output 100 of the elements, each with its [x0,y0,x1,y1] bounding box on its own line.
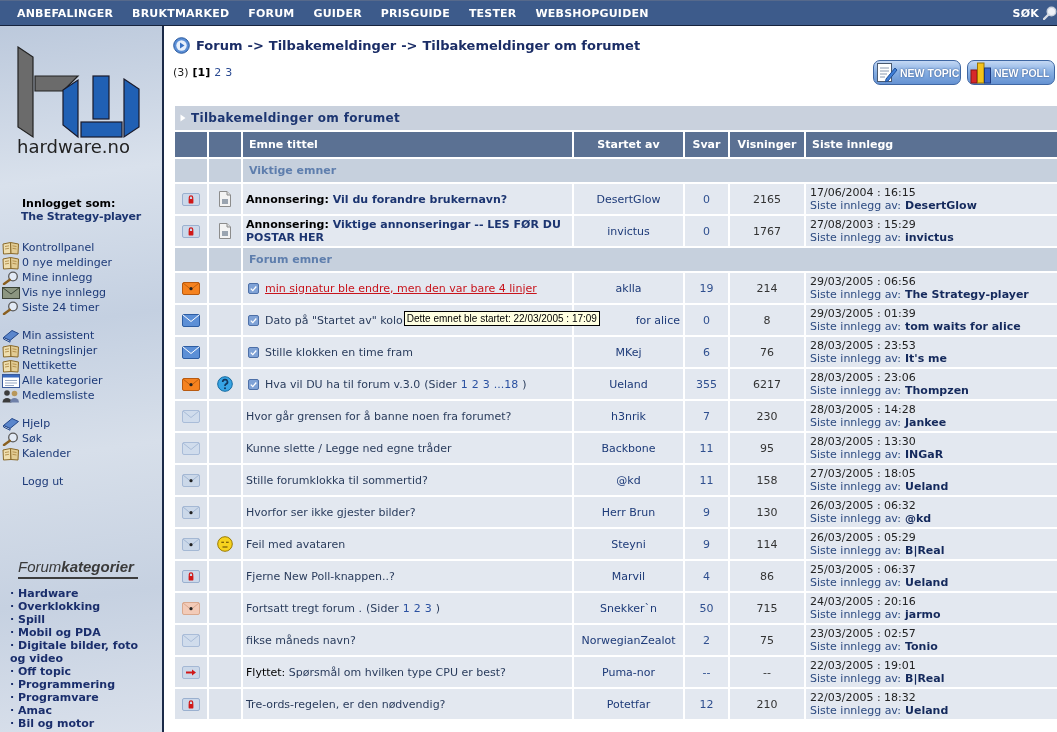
page-link[interactable]: 3 [225,66,233,79]
category-link[interactable]: · Programvare [10,691,99,704]
starter-cell: Herr Brun [573,496,684,528]
post-date: 22/03/2005 : 18:32 [810,691,917,704]
author-link[interactable]: invictus [905,231,954,244]
topic-link[interactable]: Annonsering: Viktige annonseringar -- LES FØR DU POSTAR HER [246,218,568,244]
page-link[interactable]: 2 [471,377,479,391]
author-link[interactable]: DesertGlow [905,199,977,212]
author-link[interactable]: jarmo [905,608,941,621]
page-link[interactable]: 2 [214,66,222,79]
category-link[interactable]: · Digitale bilder, foto og video [10,639,148,665]
views-cell: 210 [729,688,805,720]
people-icon [2,388,20,403]
starter-cell: DesertGlow [573,183,684,215]
views-cell: 86 [729,560,805,592]
category-link[interactable]: · Mobil og PDA [10,626,101,639]
page-link[interactable]: 3 [482,377,490,391]
views-cell: 75 [729,624,805,656]
topic-link[interactable]: Flyttet: Spørsmål om hvilken type CPU er best? [246,665,506,679]
book-icon [2,446,20,461]
topic-link[interactable]: Stille klokken en time fram [265,345,413,359]
author-link[interactable]: Tonio [905,640,938,653]
author-link[interactable]: Jankee [905,416,947,429]
category-link[interactable]: · Off topic [10,665,72,678]
tick-square-icon[interactable] [248,314,259,326]
nav-link[interactable]: FORUM [248,6,295,20]
nav-link[interactable]: BRUKTMARKED [132,6,230,20]
topic-link[interactable]: Hva vil DU ha til forum v.3.0 [265,377,421,391]
sidebar-link[interactable]: 0 nye meldinger [0,255,113,270]
page-link[interactable]: 1 [402,601,410,615]
topic-link[interactable]: Fjerne New Poll-knappen..? [246,569,395,583]
topic-link[interactable]: Feil med avataren [246,537,346,551]
post-date: 26/03/2005 : 05:29 [810,531,917,544]
author-link[interactable]: tom waits for alice [905,320,1021,333]
search-icon[interactable] [1043,6,1057,20]
search-link[interactable]: SØK [1012,6,1039,20]
sidebar-link[interactable]: Alle kategorier [0,373,103,388]
author-link[interactable]: INGaR [905,448,944,461]
category-link[interactable]: · Amac [10,704,52,717]
nav-link[interactable]: PRISGUIDE [380,6,450,20]
section-heading: Viktige emner [242,158,1057,183]
page-link[interactable]: [1] [192,66,211,79]
sidebar-link[interactable]: Min assistent [0,328,95,343]
sidebar-link[interactable]: Siste 24 timer [0,300,100,315]
starter-cell: Marvil [573,560,684,592]
category-link[interactable]: · Bil og motor [10,717,95,730]
author-link[interactable]: Ueland [905,480,949,493]
last-post-label: Siste innlegg av: [810,448,901,461]
topic-link[interactable]: Hvor går grensen for å banne noen fra forumet? [246,409,512,423]
tick-square-icon[interactable] [248,378,259,390]
author-link[interactable]: B|Real [905,672,945,685]
page-link[interactable]: ...18 [493,377,519,391]
pages-label: ) [522,377,527,391]
topic-link[interactable]: Dato på "Startet av" kolo [265,313,403,327]
topic-link[interactable]: Kunne slette / Legge ned egne tråder [246,441,452,455]
starter-cell: NorwegianZealot [573,624,684,656]
username-link[interactable]: The Strategy-player [21,210,141,223]
tick-square-icon[interactable] [248,282,259,294]
envelope-icon [182,313,200,327]
nav-link[interactable]: GUIDER [313,6,362,20]
author-link[interactable]: The Strategy-player [905,288,1029,301]
tick-square-icon[interactable] [248,346,259,358]
author-link[interactable]: Ueland [905,576,949,589]
page-link[interactable]: 3 [424,601,432,615]
sidebar-link[interactable]: Mine innlegg [0,270,93,285]
category-link[interactable]: · Hardware [10,587,79,600]
category-link[interactable]: · Overklokking [10,600,101,613]
breadcrumb-link[interactable]: Forum [196,37,243,53]
author-link[interactable]: @kd [905,512,932,525]
sidebar-link[interactable]: Medlemsliste [0,388,95,403]
breadcrumb-link[interactable]: Tilbakemeldinger [268,37,397,53]
sidebar-link[interactable]: Kalender [0,446,71,461]
page-link[interactable]: 2 [413,601,421,615]
breadcrumb-link[interactable]: Tilbakemeldinger om forumet [422,37,641,53]
topic-link[interactable]: min signatur ble endre, men den var bare 4 linjer [265,281,537,295]
sidebar-link[interactable]: Hjelp [0,416,51,431]
author-link[interactable]: It's me [905,352,948,365]
topic-link[interactable]: Fortsatt tregt forum . [246,601,363,615]
sidebar-link[interactable]: Retningslinjer [0,343,98,358]
category-link[interactable]: · Programmering [10,678,116,691]
author-link[interactable]: B|Real [905,544,945,557]
topic-link[interactable]: Hvorfor ser ikke gjester bilder? [246,505,416,519]
page-link[interactable]: 1 [460,377,468,391]
topic-link[interactable]: Annonsering: Vil du forandre brukernavn? [246,192,508,206]
author-link[interactable]: Thompzen [905,384,969,397]
topic-link[interactable]: fikse måneds navn? [246,633,356,647]
nav-link[interactable]: WEBSHOPGUIDEN [535,6,649,20]
nav-link[interactable]: TESTER [468,6,517,20]
sidebar-link[interactable]: Kontrollpanel [0,240,95,255]
sidebar-link[interactable]: Søk [0,431,43,446]
logout-link[interactable]: Logg ut [22,474,64,489]
sidebar-link[interactable]: Vis nye innlegg [0,285,107,300]
topic-link[interactable]: Tre-ords-regelen, er den nødvendig? [246,697,446,711]
category-link[interactable]: · Spill [10,613,46,626]
topic-link[interactable]: Stille forumklokka til sommertid? [246,473,428,487]
author-link[interactable]: Ueland [905,704,949,717]
document-icon [217,191,233,207]
sidebar-link[interactable]: Nettikette [0,358,77,373]
last-post-label: Siste innlegg av: [810,231,901,244]
nav-link[interactable]: ANBEFALINGER [17,6,114,20]
